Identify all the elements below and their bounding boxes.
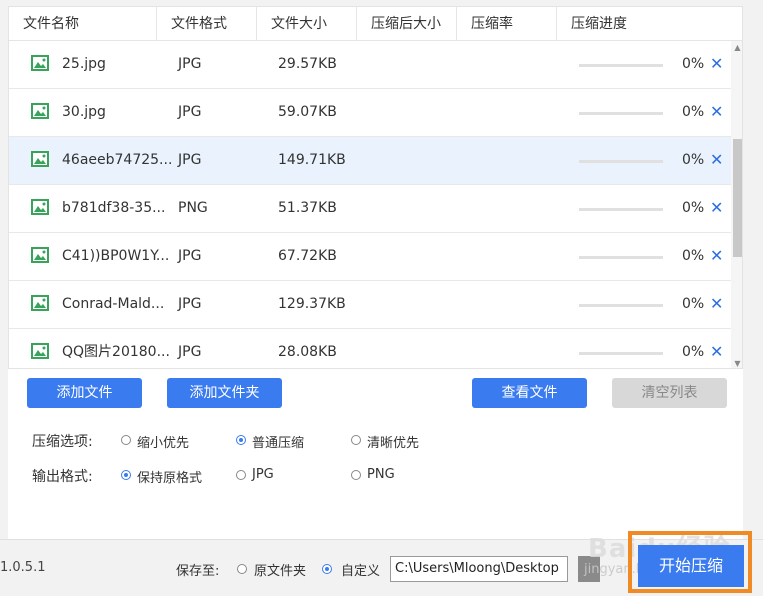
radio-format-original-label[interactable]: 保持原格式 (137, 467, 202, 486)
save-path-input[interactable]: C:\Users\Mloong\Desktop (390, 556, 568, 582)
browse-folder-button[interactable] (578, 556, 600, 582)
remove-file-icon[interactable]: ✕ (710, 89, 723, 137)
progress-percent: 0% (682, 296, 705, 312)
compress-options-label: 压缩选项: (32, 434, 93, 450)
radio-save-original-folder-label[interactable]: 原文件夹 (254, 560, 306, 579)
progress-percent: 0% (682, 344, 705, 360)
image-file-icon (31, 55, 49, 71)
image-file-icon (31, 151, 49, 167)
scroll-thumb[interactable] (733, 139, 742, 257)
file-size: 29.57KB (278, 56, 337, 72)
radio-save-original-folder[interactable] (237, 564, 247, 574)
table-row[interactable]: 25.jpg JPG 29.57KB 0% ✕ (9, 41, 731, 89)
compressor-window: 文件名称 文件格式 文件大小 压缩后大小 压缩率 压缩进度 25.jpg JPG 2… (0, 0, 763, 596)
start-compress-button[interactable]: 开始压缩 (638, 545, 744, 587)
file-table: 文件名称 文件格式 文件大小 压缩后大小 压缩率 压缩进度 25.jpg JPG 2… (8, 6, 743, 369)
file-format: JPG (178, 296, 202, 312)
col-header-size[interactable]: 文件大小 (257, 7, 357, 41)
remove-file-icon[interactable]: ✕ (710, 41, 723, 89)
file-format: JPG (178, 344, 202, 360)
progress-bar (579, 352, 663, 355)
table-row[interactable]: Conrad-Mald... JPG 129.37KB 0% ✕ (9, 281, 731, 329)
file-format: JPG (178, 56, 202, 72)
col-header-compressed-size[interactable]: 压缩后大小 (357, 7, 457, 41)
file-size: 59.07KB (278, 104, 337, 120)
progress-percent: 0% (682, 248, 705, 264)
scroll-up-icon[interactable]: ▲ (731, 41, 742, 54)
scroll-down-icon[interactable]: ▼ (731, 357, 742, 368)
col-header-name[interactable]: 文件名称 (9, 7, 157, 41)
col-header-format[interactable]: 文件格式 (157, 7, 257, 41)
progress-bar (579, 112, 663, 115)
table-row[interactable]: C41))BP0W1Y... JPG 67.72KB 0% ✕ (9, 233, 731, 281)
radio-compress-clear[interactable] (351, 435, 361, 445)
file-name: QQ图片20180... (62, 344, 170, 360)
remove-file-icon[interactable]: ✕ (710, 233, 723, 281)
radio-compress-small-label[interactable]: 缩小优先 (137, 432, 189, 451)
file-format: JPG (178, 248, 202, 264)
progress-percent: 0% (682, 104, 705, 120)
radio-save-custom-label[interactable]: 自定义 (341, 560, 380, 579)
file-format: JPG (178, 104, 202, 120)
radio-format-jpg[interactable] (236, 470, 246, 480)
file-size: 129.37KB (278, 296, 346, 312)
remove-file-icon[interactable]: ✕ (710, 185, 723, 233)
file-format: PNG (178, 200, 208, 216)
file-size: 28.08KB (278, 344, 337, 360)
image-file-icon (31, 247, 49, 263)
radio-format-png-label[interactable]: PNG (367, 467, 395, 482)
progress-bar (579, 304, 663, 307)
radio-compress-normal[interactable] (236, 435, 246, 445)
radio-save-custom[interactable] (322, 564, 332, 574)
save-to-label: 保存至: (176, 564, 220, 579)
add-file-button[interactable]: 添加文件 (27, 378, 142, 408)
file-name: 30.jpg (62, 104, 106, 120)
file-name: 25.jpg (62, 56, 106, 72)
remove-file-icon[interactable]: ✕ (710, 329, 723, 368)
file-name: 46aeeb74725... (62, 152, 173, 168)
progress-bar (579, 64, 663, 67)
remove-file-icon[interactable]: ✕ (710, 281, 723, 329)
progress-percent: 0% (682, 200, 705, 216)
file-name: C41))BP0W1Y... (62, 248, 170, 264)
image-file-icon (31, 199, 49, 215)
col-header-progress[interactable]: 压缩进度 (557, 7, 742, 41)
table-row[interactable]: 46aeeb74725... JPG 149.71KB 0% ✕ (9, 137, 731, 185)
table-body: 25.jpg JPG 29.57KB 0% ✕ 30.jpg JPG 59.07KB 0% ✕ 46… (9, 41, 731, 368)
progress-bar (579, 208, 663, 211)
table-scrollbar[interactable]: ▲ ▼ (731, 41, 742, 368)
view-files-button[interactable]: 查看文件 (472, 378, 587, 408)
image-file-icon (31, 295, 49, 311)
table-row[interactable]: 30.jpg JPG 59.07KB 0% ✕ (9, 89, 731, 137)
output-format-label: 输出格式: (32, 469, 93, 485)
col-header-ratio[interactable]: 压缩率 (457, 7, 557, 41)
clear-list-button[interactable]: 清空列表 (612, 378, 727, 408)
file-name: b781df38-35... (62, 200, 166, 216)
file-size: 67.72KB (278, 248, 337, 264)
progress-bar (579, 256, 663, 259)
image-file-icon (31, 343, 49, 359)
file-name: Conrad-Mald... (62, 296, 165, 312)
radio-compress-normal-label[interactable]: 普通压缩 (252, 432, 304, 451)
file-size: 149.71KB (278, 152, 346, 168)
file-format: JPG (178, 152, 202, 168)
progress-bar (579, 160, 663, 163)
progress-percent: 0% (682, 152, 705, 168)
add-folder-button[interactable]: 添加文件夹 (167, 378, 282, 408)
radio-format-jpg-label[interactable]: JPG (252, 467, 274, 482)
version-text: 1.0.5.1 (0, 560, 46, 575)
remove-file-icon[interactable]: ✕ (710, 137, 723, 185)
options-panel: 添加文件 添加文件夹 查看文件 清空列表 压缩选项: 缩小优先 普通压缩 清晰优… (8, 369, 743, 539)
image-file-icon (31, 103, 49, 119)
radio-format-original[interactable] (121, 470, 131, 480)
radio-compress-clear-label[interactable]: 清晰优先 (367, 432, 419, 451)
table-row[interactable]: b781df38-35... PNG 51.37KB 0% ✕ (9, 185, 731, 233)
radio-compress-small[interactable] (121, 435, 131, 445)
progress-percent: 0% (682, 56, 705, 72)
file-size: 51.37KB (278, 200, 337, 216)
radio-format-png[interactable] (351, 470, 361, 480)
table-header: 文件名称 文件格式 文件大小 压缩后大小 压缩率 压缩进度 (9, 7, 742, 41)
table-row[interactable]: QQ图片20180... JPG 28.08KB 0% ✕ (9, 329, 731, 368)
